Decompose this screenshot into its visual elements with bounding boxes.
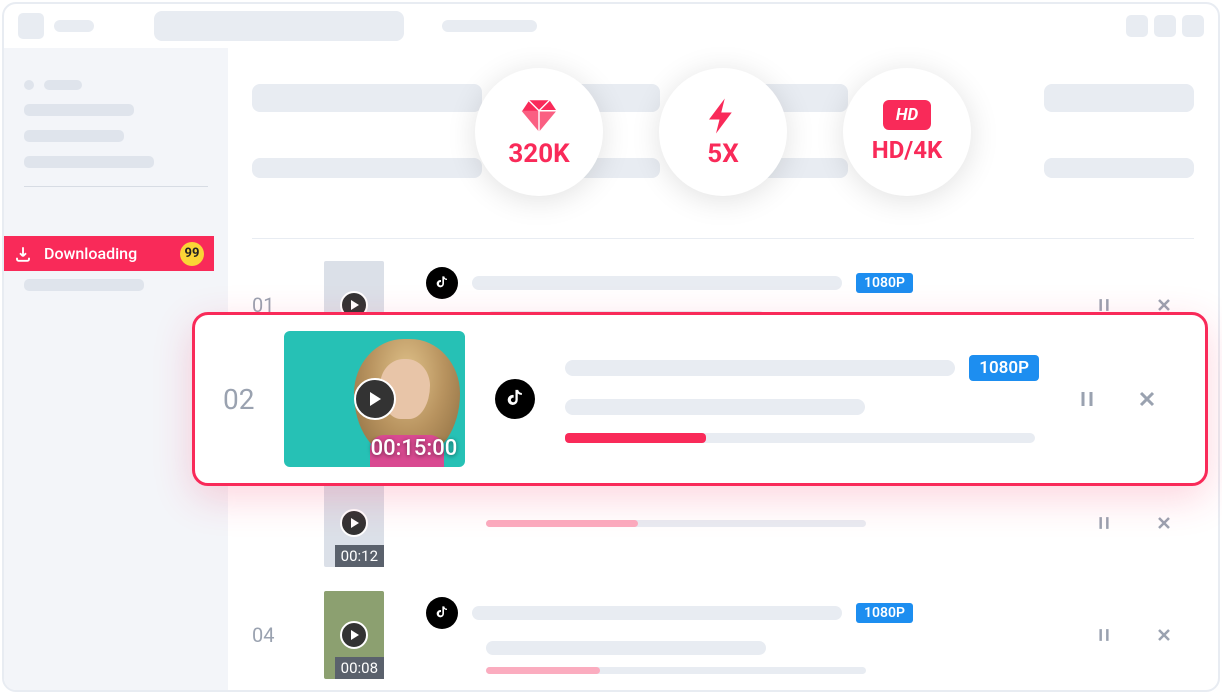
feature-quality-text: 320K bbox=[508, 139, 569, 169]
window-controls bbox=[1126, 15, 1204, 37]
feature-resolution-text: HD/4K bbox=[872, 136, 942, 164]
resolution-badge: 1080P bbox=[856, 273, 913, 293]
bolt-icon bbox=[702, 95, 744, 137]
item-index: 02 bbox=[223, 383, 254, 416]
max-button[interactable] bbox=[1154, 15, 1176, 37]
remove-button[interactable] bbox=[1146, 617, 1182, 653]
tiktok-icon bbox=[426, 597, 458, 629]
sidebar-item[interactable] bbox=[24, 104, 208, 116]
sidebar-item[interactable] bbox=[24, 279, 208, 291]
feature-speed: 5X bbox=[659, 68, 787, 196]
sidebar-item[interactable] bbox=[24, 80, 208, 90]
progress-bar bbox=[565, 433, 1035, 443]
play-icon bbox=[340, 621, 368, 649]
remove-button[interactable] bbox=[1129, 381, 1165, 417]
duration: 00:12 bbox=[335, 545, 384, 567]
tiktok-icon bbox=[495, 379, 535, 419]
progress-bar bbox=[486, 667, 866, 674]
duration: 00:08 bbox=[335, 657, 384, 679]
play-icon bbox=[340, 509, 368, 537]
feature-speed-text: 5X bbox=[707, 139, 738, 169]
tab-placeholder[interactable] bbox=[442, 20, 537, 32]
progress-bar bbox=[486, 520, 866, 527]
play-icon bbox=[354, 378, 396, 420]
thumbnail[interactable]: 00:08 bbox=[324, 591, 384, 679]
thumbnail[interactable]: 00:12 bbox=[324, 479, 384, 567]
diamond-icon bbox=[518, 95, 560, 137]
feature-resolution: HD HD/4K bbox=[843, 68, 971, 196]
downloading-count-badge: 99 bbox=[180, 242, 204, 266]
sidebar-item[interactable] bbox=[24, 130, 208, 142]
app-icon bbox=[18, 13, 44, 39]
sidebar-item[interactable] bbox=[24, 156, 208, 168]
title-placeholder bbox=[54, 20, 94, 32]
downloading-label: Downloading bbox=[44, 244, 137, 263]
resolution-badge: 1080P bbox=[969, 355, 1039, 381]
pause-button[interactable] bbox=[1086, 617, 1122, 653]
resolution-badge: 1080P bbox=[856, 603, 913, 623]
download-icon bbox=[14, 245, 32, 263]
min-button[interactable] bbox=[1126, 15, 1148, 37]
download-item-active: 02 00:15:00 1080P bbox=[192, 312, 1208, 486]
divider bbox=[252, 238, 1194, 239]
item-index: 04 bbox=[252, 623, 282, 647]
feature-quality: 320K bbox=[475, 68, 603, 196]
thumbnail[interactable]: 00:15:00 bbox=[284, 331, 465, 467]
duration: 00:15:00 bbox=[371, 436, 458, 461]
sidebar-downloading[interactable]: Downloading 99 bbox=[4, 236, 214, 271]
download-item: 04 00:08 1080P bbox=[252, 579, 1194, 691]
address-bar-placeholder[interactable] bbox=[154, 11, 404, 41]
feature-badges: 320K 5X HD HD/4K bbox=[252, 68, 1194, 196]
close-button[interactable] bbox=[1182, 15, 1204, 37]
pause-button[interactable] bbox=[1086, 505, 1122, 541]
remove-button[interactable] bbox=[1146, 505, 1182, 541]
tiktok-icon bbox=[426, 267, 458, 299]
pause-button[interactable] bbox=[1069, 381, 1105, 417]
hd-icon: HD bbox=[883, 100, 931, 130]
titlebar bbox=[4, 4, 1218, 48]
